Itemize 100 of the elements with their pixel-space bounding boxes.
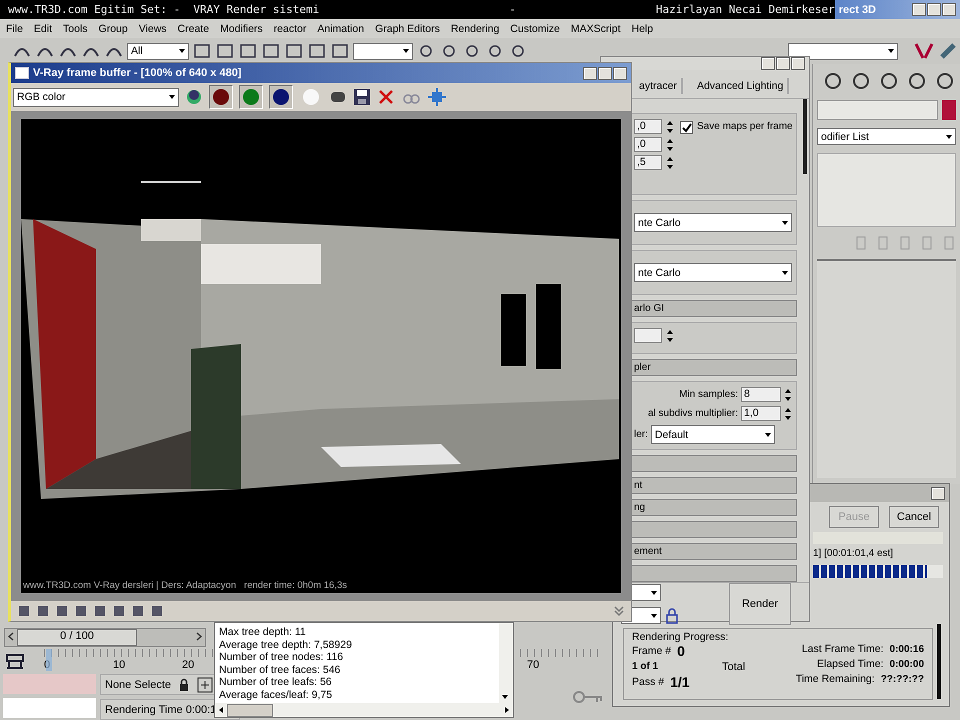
number-field[interactable]: 1,0 [741, 406, 781, 421]
rollout-header[interactable]: ng [629, 499, 797, 516]
engine-dropdown[interactable]: nte Carlo [634, 263, 792, 282]
menu-item[interactable]: Tools [63, 22, 88, 34]
region-render-icon[interactable] [427, 87, 447, 107]
spinner-arrows-icon[interactable] [666, 156, 674, 170]
time-label: Last Frame Time: [802, 643, 884, 655]
channel-toggle-button[interactable] [269, 85, 293, 109]
save-icon[interactable] [353, 88, 371, 106]
render-button[interactable]: Render [729, 583, 791, 625]
maxscript-listener-field[interactable] [3, 674, 96, 694]
spinner-arrows-icon[interactable] [784, 406, 792, 420]
filter-dropdown[interactable]: Default [650, 425, 775, 444]
maxscript-input-field[interactable] [3, 698, 96, 718]
cancel-button[interactable]: Cancel [889, 506, 939, 528]
rectangle-icon[interactable] [238, 42, 258, 60]
minimize-button[interactable] [912, 3, 926, 16]
coordinate-dropdown[interactable] [353, 42, 413, 60]
minimize-button[interactable] [761, 57, 775, 70]
menu-item[interactable]: File [6, 22, 23, 34]
number-field[interactable] [634, 328, 662, 343]
selection-filter-dropdown[interactable]: All [127, 42, 189, 60]
field-label: Min samples: [679, 389, 738, 400]
minimize-button[interactable] [583, 66, 597, 80]
object-color-swatch[interactable] [942, 100, 956, 120]
time-value: ??:??:?? [880, 674, 924, 684]
menu-item[interactable]: Customize [510, 22, 560, 34]
scrollbar[interactable] [937, 624, 941, 699]
menu-item[interactable]: Animation [317, 22, 364, 34]
horizontal-scrollbar[interactable] [215, 703, 513, 717]
number-field[interactable]: 8 [741, 387, 781, 402]
close-button[interactable] [791, 57, 805, 70]
menu-item[interactable]: Views [138, 22, 167, 34]
clear-icon[interactable] [377, 88, 395, 106]
field-label: al subdivs multiplier: [648, 408, 738, 419]
rgb-icon[interactable] [185, 88, 203, 106]
log-line: Number of tree faces: 546 [219, 664, 342, 676]
progress-value: 1 of 1 [632, 661, 658, 672]
time-value: 0:00:00 [890, 658, 924, 670]
tab[interactable]: Advanced Lighting [692, 78, 790, 94]
maximize-button[interactable] [927, 3, 941, 16]
menu-item[interactable]: Create [178, 22, 210, 34]
scrollbar-thumb[interactable] [227, 704, 273, 716]
object-name-field[interactable] [817, 100, 938, 120]
checkbox[interactable] [680, 121, 693, 134]
menu-item[interactable]: reactor [274, 22, 306, 34]
spinner-arrows-icon[interactable] [784, 388, 792, 402]
menu-item[interactable]: MAXScript [570, 22, 620, 34]
maximize-button[interactable] [598, 66, 612, 80]
number-field[interactable]: ,0 [634, 119, 662, 134]
frame-number: 20 [182, 659, 194, 671]
selection-status: None Selecte [105, 678, 172, 690]
menu-item[interactable]: Modifiers [220, 22, 263, 34]
log-line: Average tree depth: 7,58929 [219, 638, 353, 651]
rollout-header[interactable]: arlo GI [629, 300, 797, 317]
spinner-arrows-icon[interactable] [666, 328, 674, 342]
maximize-button[interactable] [776, 57, 790, 70]
field-label: ler: [634, 429, 648, 440]
channel-toggle-button[interactable] [239, 85, 263, 109]
close-button[interactable] [931, 486, 945, 500]
number-field[interactable]: ,0 [634, 137, 662, 152]
log-line: Number of tree nodes: 116 [219, 651, 344, 664]
frame-number: 70 [527, 659, 540, 671]
time-value: 0:00:16 [890, 644, 924, 654]
author-credit: Hazirlayan Necai Demirkeser [656, 3, 835, 16]
modifier-list-dropdown[interactable]: odifier List [817, 128, 956, 145]
progress-label: Pass # [632, 676, 664, 688]
rollout-header[interactable]: nt [629, 477, 797, 494]
number-field[interactable]: ,5 [634, 155, 662, 170]
spinner-arrows-icon[interactable] [666, 138, 674, 152]
group-title: Rendering Progress: [632, 631, 730, 643]
absolute-mode-icon[interactable] [197, 676, 214, 692]
menu-item[interactable]: Graph Editors [375, 22, 440, 34]
progress-value: 0 [677, 643, 685, 659]
rollout-header[interactable]: pler [629, 359, 797, 376]
engine-dropdown[interactable]: nte Carlo [634, 213, 792, 232]
lock-icon[interactable] [665, 608, 679, 624]
named-selection-dropdown[interactable] [788, 42, 898, 60]
tab[interactable]: aytracer [635, 78, 683, 94]
window-title: rect 3D [838, 4, 876, 16]
menu-item[interactable]: Group [98, 22, 128, 34]
vertical-scrollbar[interactable] [499, 623, 513, 703]
scrollbar[interactable] [803, 99, 807, 174]
time-slider-thumb[interactable]: 0 / 100 [17, 629, 137, 646]
rollout-header[interactable]: ement [629, 543, 797, 560]
status-prompt: Rendering Time 0:00:1 [105, 704, 216, 716]
menu-item[interactable]: Rendering [450, 22, 500, 34]
checkmark-icon [682, 122, 692, 132]
mirror-icon[interactable] [913, 41, 935, 61]
channel-toggle-button[interactable] [209, 85, 233, 109]
menu-item[interactable]: Edit [34, 22, 52, 34]
close-button[interactable] [613, 66, 627, 80]
expand-icon[interactable] [613, 605, 625, 617]
progress-label: Frame # [632, 645, 672, 657]
menu-item[interactable]: Help [632, 22, 654, 34]
channel-dropdown[interactable]: RGB color [13, 88, 179, 106]
video-title: www.TR3D.com Egitim Set: - VRAY Render sistemi [8, 3, 320, 16]
close-button[interactable] [942, 3, 956, 16]
spinner-arrows-icon[interactable] [666, 120, 674, 134]
title-separator: - [509, 3, 516, 16]
